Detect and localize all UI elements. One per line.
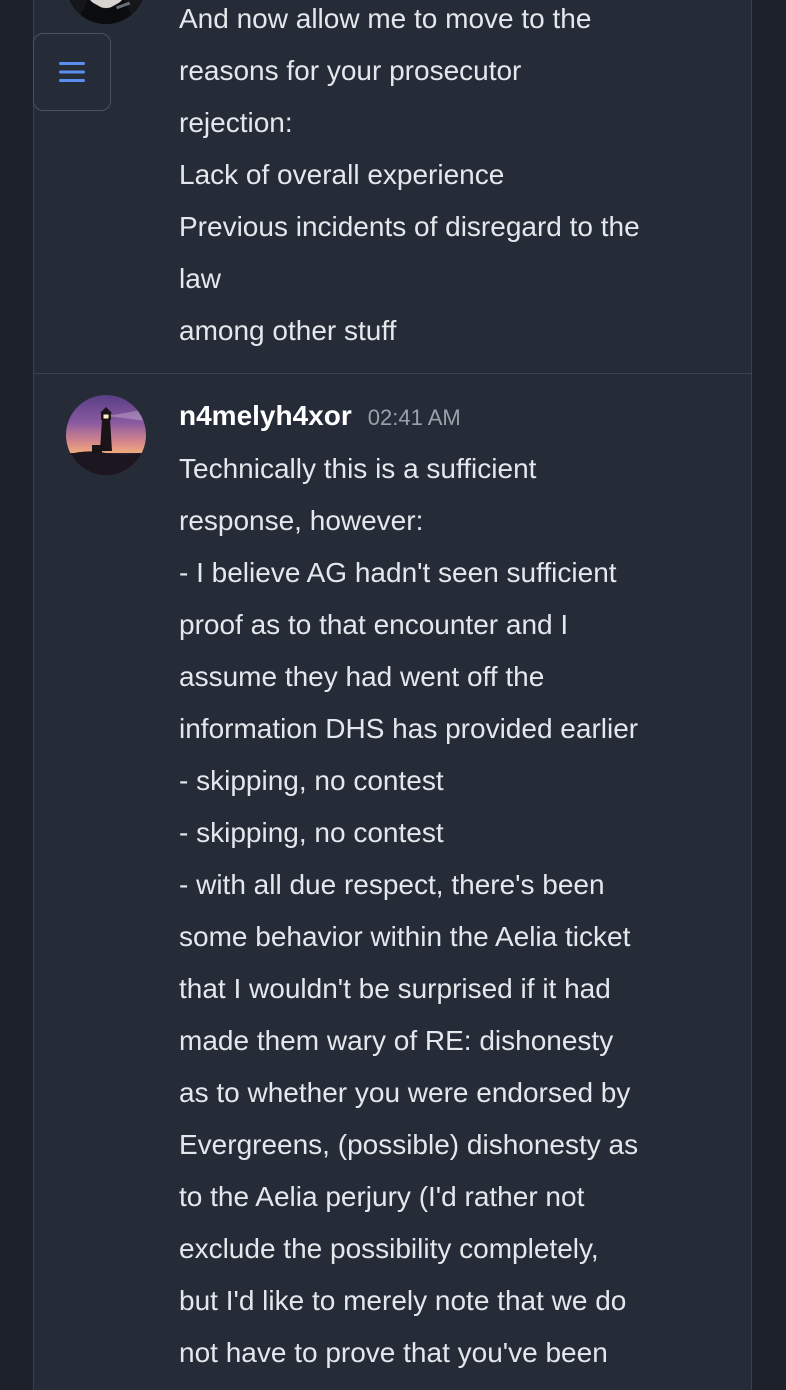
message-timestamp: 02:41 AM (367, 405, 461, 430)
message-line: among other stuff (179, 315, 397, 346)
message-line: Evergreens, (possible) dishonesty as (179, 1129, 639, 1160)
message-line: exclude the possibility completely, (179, 1233, 599, 1264)
message-line: reasons for your prosecutor (179, 55, 522, 86)
message-line: assume they had went off the (179, 661, 545, 692)
author-avatar[interactable] (66, 395, 146, 475)
message-line: - I believe AG hadn't seen sufficient (179, 557, 617, 588)
message-line: but I'd like to merely note that we do (179, 1285, 627, 1316)
message-line: - skipping, no contest (179, 817, 444, 848)
message-line: law (179, 263, 222, 294)
message-line: as to whether you were endorsed by (179, 1077, 631, 1108)
message-line: response, however: (179, 505, 424, 536)
message-line: - with all due respect, there's been (179, 869, 605, 900)
lighthouse-avatar-image (66, 395, 146, 475)
message-line: - skipping, no contest (179, 765, 444, 796)
message-line: that I wouldn't be surprised if it had (179, 973, 611, 1004)
hamburger-menu-icon (59, 62, 85, 82)
message-body: And now allow me to move to the reasons … (179, 0, 739, 357)
message-line: information DHS has provided earlier (179, 713, 639, 744)
message-line: Lack of overall experience (179, 159, 505, 190)
message-divider (34, 373, 751, 374)
message-line: some behavior within the Aelia ticket (179, 921, 631, 952)
message-line: proof as to that encounter and I (179, 609, 569, 640)
message-author[interactable]: n4melyh4xor (179, 392, 352, 440)
message-line: Technically this is a sufficient (179, 453, 537, 484)
message-body: Technically this is a sufficient respons… (179, 443, 739, 1379)
menu-button[interactable] (33, 33, 111, 111)
message-line: rejection: (179, 107, 293, 138)
message-item: And now allow me to move to the reasons … (34, 0, 751, 373)
message-line: to the Aelia perjury (I'd rather not (179, 1181, 585, 1212)
message-line: Previous incidents of disregard to the (179, 211, 640, 242)
message-line: And now allow me to move to the (179, 3, 592, 34)
chat-screen: And now allow me to move to the reasons … (0, 0, 786, 1390)
message-list: And now allow me to move to the reasons … (33, 0, 752, 1390)
message-line: made them wary of RE: dishonesty (179, 1025, 614, 1056)
message-line: not have to prove that you've been (179, 1337, 608, 1368)
message-header: n4melyh4xor 02:41 AM (179, 392, 461, 440)
